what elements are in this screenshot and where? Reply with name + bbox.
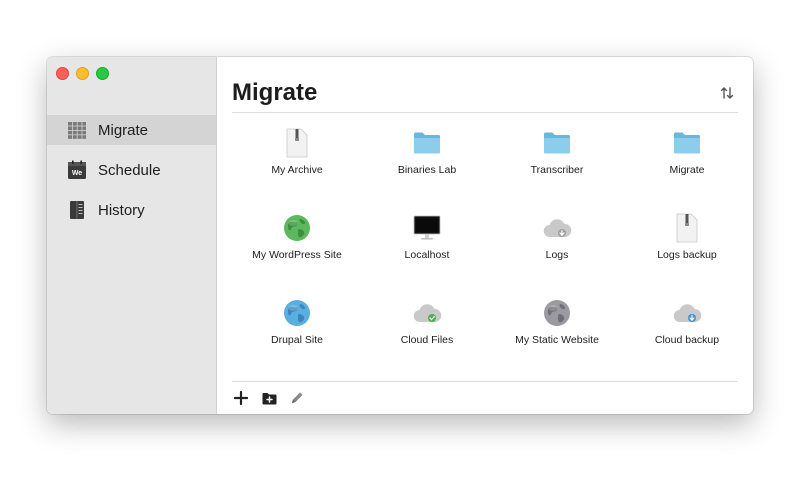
monitor-icon	[412, 213, 442, 243]
calendar-icon: We	[67, 160, 87, 180]
sidebar-nav: Migrate We Schedule History	[47, 115, 216, 235]
tile-my-static-website[interactable]: My Static Website	[492, 292, 622, 377]
tile-label: Logs	[545, 249, 569, 261]
add-folder-button[interactable]	[261, 390, 277, 406]
tile-logs[interactable]: Logs	[492, 207, 622, 292]
tile-label: Transcriber	[530, 164, 584, 176]
sort-arrows-icon	[719, 85, 735, 101]
plus-icon	[234, 391, 248, 405]
bottom-toolbar	[233, 390, 305, 406]
archive-icon	[672, 213, 702, 243]
sidebar-item-history[interactable]: History	[47, 195, 216, 225]
tile-transcriber[interactable]: Transcriber	[492, 122, 622, 207]
sidebar-item-label: History	[98, 201, 145, 219]
edit-button[interactable]	[289, 390, 305, 406]
tile-label: My Static Website	[515, 334, 599, 346]
folder-icon	[412, 128, 442, 158]
tile-label: Binaries Lab	[397, 164, 457, 176]
folder-icon	[542, 128, 572, 158]
toolbar-divider	[232, 381, 738, 382]
tile-my-archive[interactable]: My Archive	[232, 122, 362, 207]
sort-button[interactable]	[719, 85, 735, 101]
tile-cloud-files[interactable]: Cloud Files	[362, 292, 492, 377]
sidebar-item-schedule[interactable]: We Schedule	[47, 155, 216, 185]
globe-blue-icon	[282, 298, 312, 328]
tile-cloud-backup[interactable]: Cloud backup	[622, 292, 752, 377]
tile-label: Migrate	[669, 164, 705, 176]
tile-label: Localhost	[404, 249, 450, 261]
pencil-icon	[290, 391, 304, 405]
zoom-window-button[interactable]	[96, 67, 109, 80]
tile-logs-backup[interactable]: Logs backup	[622, 207, 752, 292]
close-window-button[interactable]	[56, 67, 69, 80]
tile-binaries-lab[interactable]: Binaries Lab	[362, 122, 492, 207]
cloud-download-icon	[542, 213, 572, 243]
folder-icon	[672, 128, 702, 158]
page-title: Migrate	[232, 79, 318, 106]
cloud-blue-icon	[672, 298, 702, 328]
tile-my-wordpress-site[interactable]: My WordPress Site	[232, 207, 362, 292]
grid-icon	[67, 120, 87, 140]
sidebar-item-migrate[interactable]: Migrate	[47, 115, 216, 145]
tile-label: Cloud Files	[400, 334, 454, 346]
sidebar: Migrate We Schedule History	[47, 57, 217, 414]
tile-drupal-site[interactable]: Drupal Site	[232, 292, 362, 377]
tile-migrate[interactable]: Migrate	[622, 122, 752, 207]
tile-label: My Archive	[271, 164, 323, 176]
tile-label: Drupal Site	[271, 334, 323, 346]
ledger-icon	[67, 200, 87, 220]
tile-label: Logs backup	[657, 249, 717, 261]
tile-label: My WordPress Site	[252, 249, 342, 261]
tile-label: Cloud backup	[654, 334, 720, 346]
globe-gray-icon	[542, 298, 572, 328]
cloud-green-icon	[412, 298, 442, 328]
header-divider	[232, 112, 738, 113]
site-grid: My Archive Binaries Lab Transcriber Migr…	[232, 122, 752, 377]
sidebar-item-label: Migrate	[98, 121, 149, 139]
tile-localhost[interactable]: Localhost	[362, 207, 492, 292]
window-controls	[56, 67, 109, 80]
calendar-badge: We	[72, 170, 82, 177]
add-button[interactable]	[233, 390, 249, 406]
archive-icon	[282, 128, 312, 158]
sidebar-item-label: Schedule	[98, 161, 161, 179]
app-window: Migrate We Schedule History Migrate My A…	[47, 57, 753, 414]
globe-green-icon	[282, 213, 312, 243]
main-panel: Migrate My Archive Binaries Lab Transcri…	[217, 57, 753, 414]
add-folder-icon	[262, 392, 277, 405]
minimize-window-button[interactable]	[76, 67, 89, 80]
